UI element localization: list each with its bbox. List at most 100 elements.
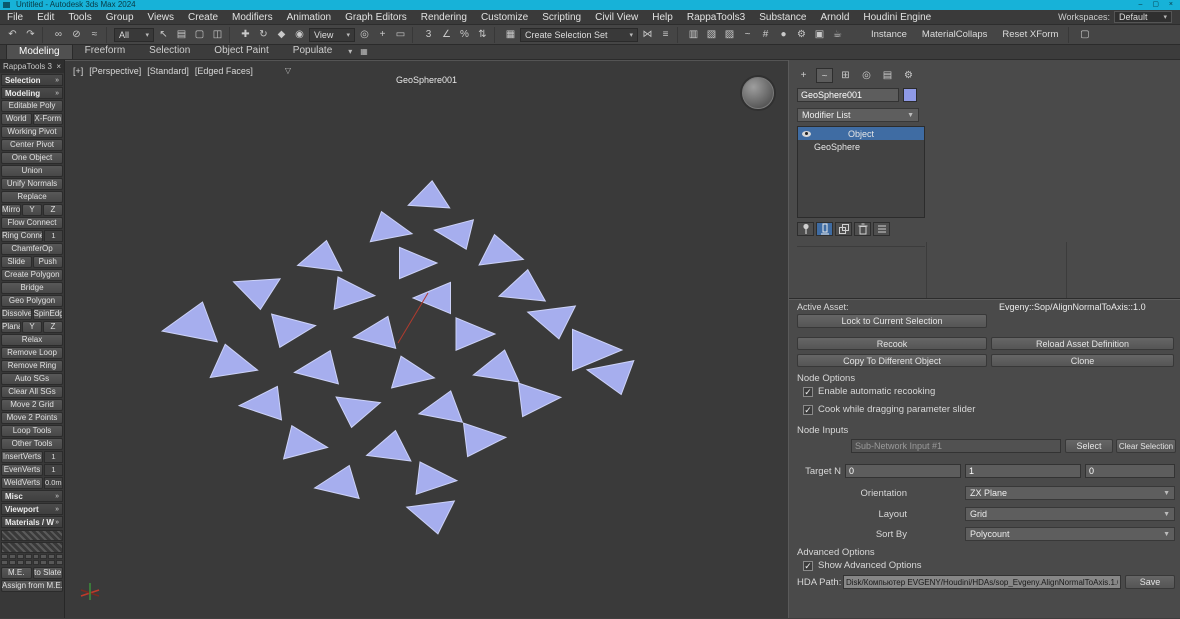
sidebar-button-auto-sgs[interactable]: Auto SGs (1, 373, 63, 385)
object-color-swatch[interactable] (903, 88, 917, 102)
target-n-field-3[interactable] (1085, 464, 1175, 478)
menu-rappatools3[interactable]: RappaTools3 (680, 10, 752, 25)
configure-modifier-sets-button[interactable] (873, 222, 890, 236)
tab-modeling[interactable]: Modeling (6, 44, 73, 59)
scatter-triangle[interactable] (239, 386, 281, 420)
material-cell[interactable] (33, 560, 40, 565)
sidebar-button-y[interactable]: Y (22, 321, 42, 333)
sidebar-header-modeling[interactable]: Modeling» (1, 87, 63, 99)
sidebar-button-evenverts[interactable]: EvenVerts (1, 464, 43, 476)
ribbon-config-icon[interactable]: ▦ (356, 45, 372, 59)
utilities-tab-icon[interactable]: ⚙ (900, 68, 917, 83)
material-cell[interactable] (48, 554, 55, 559)
sidebar-button-x-form[interactable]: X-Form (33, 113, 64, 125)
material-cell[interactable] (1, 554, 8, 559)
sidebar-header-viewport[interactable]: Viewport» (1, 503, 63, 515)
use-pivot-center-icon[interactable]: ◎ (356, 27, 373, 43)
scatter-triangle[interactable] (210, 344, 257, 377)
copy-to-object-button[interactable]: Copy To Different Object (797, 354, 987, 367)
display-tab-icon[interactable]: ▤ (879, 68, 896, 83)
select-and-place-icon[interactable]: ◉ (291, 27, 308, 43)
percent-snap-icon[interactable]: % (456, 27, 473, 43)
window-crossing-icon[interactable]: ◫ (209, 27, 226, 43)
stack-item-geosphere[interactable]: GeoSphere (798, 140, 924, 153)
recook-button[interactable]: Recook (797, 337, 987, 350)
scatter-triangle[interactable] (353, 316, 395, 348)
stack-item-object[interactable]: Object (798, 127, 924, 140)
clear-selection-button[interactable]: Clear Selection (1116, 439, 1176, 453)
sidebar-spinner-weldverts[interactable]: 0.0mm (44, 477, 63, 489)
subnetwork-input-field[interactable] (851, 439, 1061, 453)
hierarchy-tab-icon[interactable]: ⊞ (837, 68, 854, 83)
lock-to-selection-button[interactable]: Lock to Current Selection (797, 314, 987, 328)
scatter-triangle[interactable] (456, 318, 495, 350)
scatter-triangle[interactable] (400, 247, 438, 278)
sidebar-button-bridge[interactable]: Bridge (1, 282, 63, 294)
scatter-triangle[interactable] (587, 361, 634, 395)
undo-icon[interactable]: ↶ (4, 27, 21, 43)
show-advanced-checkbox[interactable]: ✓ Show Advanced Options (803, 560, 922, 571)
tab-freeform[interactable]: Freeform (73, 44, 138, 59)
scatter-triangle[interactable] (315, 466, 360, 499)
remove-modifier-button[interactable] (854, 222, 871, 236)
reset-xform-button[interactable]: Reset XForm (995, 27, 1065, 43)
modify-tab-icon[interactable]: ~ (816, 68, 833, 83)
material-cell[interactable] (40, 554, 47, 559)
motion-tab-icon[interactable]: ◎ (858, 68, 875, 83)
align-icon[interactable]: ≡ (657, 27, 674, 43)
layer-manager-icon[interactable]: ▧ (703, 27, 720, 43)
snap-toggle-icon[interactable]: 3 (420, 27, 437, 43)
save-hda-button[interactable]: Save (1125, 575, 1175, 589)
material-cell[interactable] (17, 554, 24, 559)
redo-icon[interactable]: ↷ (22, 27, 39, 43)
scatter-triangle[interactable] (284, 426, 328, 459)
material-collapse-button[interactable]: MaterialCollaps (915, 27, 994, 43)
scatter-triangle[interactable] (519, 383, 561, 417)
select-by-name-icon[interactable]: ▤ (173, 27, 190, 43)
tab-selection[interactable]: Selection (137, 44, 202, 59)
keyboard-override-icon[interactable]: ▭ (392, 27, 409, 43)
scatter-triangle[interactable] (162, 302, 217, 342)
unlink-selection-icon[interactable]: ⊘ (68, 27, 85, 43)
workspace-dropdown[interactable]: Default ▾ (1114, 11, 1172, 23)
menu-file[interactable]: File (0, 10, 30, 25)
select-input-button[interactable]: Select (1065, 439, 1113, 453)
menu-customize[interactable]: Customize (474, 10, 535, 25)
menu-civil-view[interactable]: Civil View (588, 10, 645, 25)
sidebar-button-remove-ring[interactable]: Remove Ring (1, 360, 63, 372)
sidebar-button-editable-poly[interactable]: Editable Poly (1, 100, 63, 112)
sidebar-button-flow-connect[interactable]: Flow Connect (1, 217, 63, 229)
visibility-eye-icon[interactable] (798, 131, 814, 137)
ribbon-minimize-icon[interactable]: ▾ (344, 45, 356, 59)
close-icon[interactable]: × (56, 62, 61, 71)
sidebar-button-y[interactable]: Y (22, 204, 42, 216)
sidebar-button-m-e[interactable]: M.E. (1, 567, 32, 579)
sidebar-button-z[interactable]: Z (43, 204, 63, 216)
menu-rendering[interactable]: Rendering (414, 10, 474, 25)
material-editor-icon[interactable]: ● (775, 27, 792, 43)
tab-populate[interactable]: Populate (281, 44, 344, 59)
sidebar-button-insertverts[interactable]: InsertVerts (1, 451, 43, 463)
scatter-triangle[interactable] (370, 212, 412, 242)
sidebar-button-create-polygon[interactable]: Create Polygon (1, 269, 63, 281)
scatter-triangle[interactable] (473, 350, 519, 382)
sidebar-spinner-evenverts[interactable]: 1 (44, 464, 63, 476)
menu-animation[interactable]: Animation (280, 10, 338, 25)
sidebar-button-assign-from-m-e[interactable]: Assign from M.E. (1, 580, 63, 592)
scatter-triangle[interactable] (367, 431, 411, 461)
sidebar-button-push[interactable]: Push (33, 256, 64, 268)
sidebar-spinner-insertverts[interactable]: 1 (44, 451, 63, 463)
mirror-icon[interactable]: ⋈ (639, 27, 656, 43)
sidebar-button-to-slate[interactable]: to Slate (33, 567, 64, 579)
sidebar-button-other-tools[interactable]: Other Tools (1, 438, 63, 450)
scatter-triangle[interactable] (419, 391, 463, 422)
sidebar-button-center-pivot[interactable]: Center Pivot (1, 139, 63, 151)
menu-graph-editors[interactable]: Graph Editors (338, 10, 414, 25)
clone-button[interactable]: Clone (991, 354, 1174, 367)
material-cell[interactable] (33, 554, 40, 559)
named-selection-sets-icon[interactable]: ▦ (502, 27, 519, 43)
material-cell[interactable] (17, 560, 24, 565)
sidebar-spinner-ring-connect[interactable]: 1 (44, 230, 63, 242)
object-name-field[interactable] (797, 88, 899, 102)
sidebar-button-geo-polygon[interactable]: Geo Polygon (1, 295, 63, 307)
